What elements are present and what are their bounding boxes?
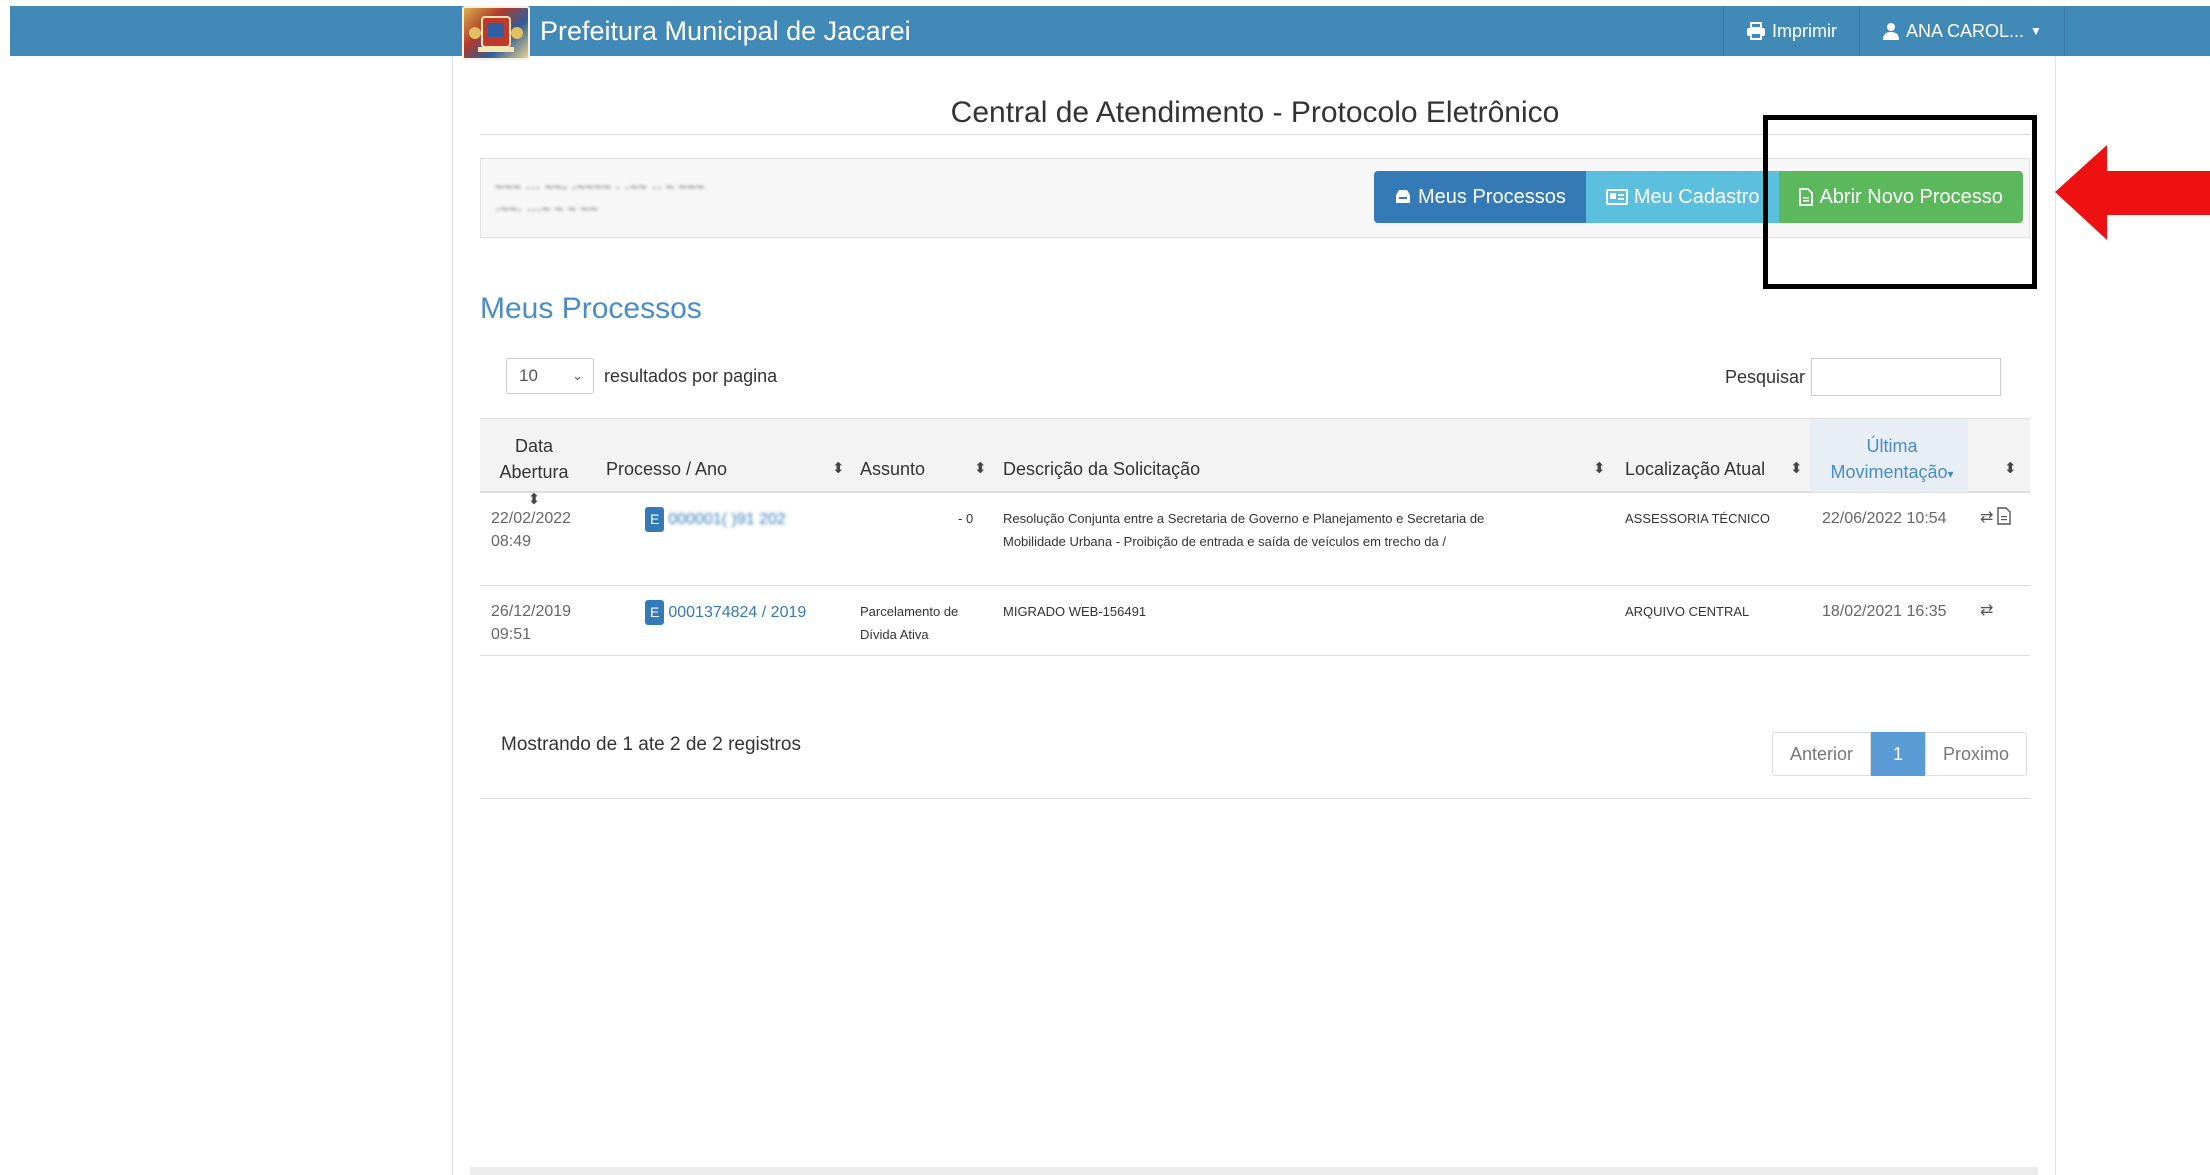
header-processo[interactable]: Processo / Ano [606, 459, 727, 480]
pagination-page[interactable]: 1 [1871, 732, 1926, 776]
meu-cadastro-label: Meu Cadastro [1633, 185, 1760, 208]
ultima-movimentacao-cell: 22/06/2022 10:54 [1822, 510, 1947, 527]
search-input[interactable] [1811, 358, 2002, 396]
sort-icon[interactable]: ⬍ [974, 459, 987, 477]
meu-cadastro-button[interactable]: Meu Cadastro [1585, 171, 1780, 223]
header-text: Última [1866, 436, 1918, 456]
search-label: Pesquisar [1725, 366, 1806, 387]
processo-cell: E 0001374824 / 2019 [645, 600, 806, 625]
time-text: 08:49 [491, 533, 532, 550]
eletronico-badge: E [645, 507, 665, 532]
descricao-line: Mobilidade Urbana - Proibição de entrada… [1003, 534, 1446, 549]
inbox-icon [1396, 190, 1410, 203]
meus-processos-button[interactable]: Meus Processos [1374, 171, 1586, 223]
ultima-movimentacao-cell: 18/02/2021 16:35 [1822, 603, 1947, 620]
pdf-file-icon[interactable] [1997, 507, 2012, 525]
date-text: 26/12/2019 [491, 603, 572, 620]
header-text: Descrição da Solicitação [1003, 459, 1201, 479]
header-ultima-movimentacao[interactable]: Última Movimentação▾ [1822, 433, 1962, 487]
header-text: Abertura [499, 462, 569, 482]
page-length-value: 10 [519, 366, 538, 385]
printer-icon [1747, 22, 1765, 40]
user-icon [1883, 23, 1899, 40]
site-title: Prefeitura Municipal de Jacarei [540, 15, 911, 46]
transfer-icon[interactable]: ⇄ [1980, 507, 1993, 527]
descricao-cell: Resolução Conjunta entre a Secretaria de… [1003, 507, 1484, 553]
assunto-cell: Parcelamento de Dívida Ativa [860, 600, 958, 646]
date-text: 22/02/2022 [491, 510, 572, 527]
table-row[interactable]: 26/12/2019 09:51 E 0001374824 / 2019 Parc… [480, 586, 2030, 656]
date-cell: 22/02/2022 08:49 [491, 507, 571, 553]
date-cell: 26/12/2019 09:51 [491, 600, 571, 646]
sort-icon[interactable]: ⬍ [1593, 459, 1606, 477]
sort-icon[interactable]: ⬍ [1790, 459, 1803, 477]
user-menu-dropdown[interactable]: ANA CAROL... ▼ [1859, 6, 2065, 56]
localizacao-cell: ASSESSORIA TÉCNICO [1625, 511, 1770, 526]
coat-of-arms-icon [469, 16, 523, 52]
row-actions: ⇄ [1980, 600, 1993, 620]
search-control: Pesquisar [1725, 358, 2002, 396]
sort-icon[interactable]: ⬍ [832, 459, 845, 477]
print-label: Imprimir [1772, 20, 1837, 41]
header-text: Data [514, 436, 554, 456]
assunto-line: Dívida Ativa [860, 627, 929, 642]
meus-processos-label: Meus Processos [1418, 185, 1566, 208]
pagination-next[interactable]: Proximo [1925, 732, 2028, 776]
annotation-red-arrow-icon [2055, 145, 2210, 240]
header-localizacao[interactable]: Localização Atual [1625, 459, 1765, 480]
sort-icon[interactable]: ⬍ [2004, 459, 2017, 477]
transfer-icon[interactable]: ⇄ [1980, 600, 1993, 620]
user-name: ANA CAROL... [1906, 20, 2025, 41]
table-header: Data Abertura ⬍ Processo / Ano ⬍ Assunto… [480, 418, 2030, 508]
print-button[interactable]: Imprimir [1723, 6, 1859, 56]
pagination: Anterior 1 Proximo [1772, 732, 2028, 776]
localizacao-cell: ARQUIVO CENTRAL [1625, 604, 1750, 619]
header-text: Processo / Ano [606, 459, 728, 479]
assunto-cell: - 0 [958, 511, 974, 526]
processo-link[interactable]: 0001374824 / 2019 [668, 604, 806, 621]
page-length-label: resultados por pagina [604, 365, 778, 386]
page-length-select[interactable]: 10 ⌄ [506, 358, 594, 394]
time-text: 09:51 [491, 626, 532, 643]
eletronico-badge: E [645, 600, 665, 625]
pagination-previous[interactable]: Anterior [1772, 732, 1872, 776]
annotation-highlight-box [1763, 115, 2037, 289]
city-coat-of-arms-logo [462, 6, 530, 60]
table-footer: Mostrando de 1 ate 2 de 2 registros Ante… [480, 712, 2030, 799]
bottom-strip [470, 1167, 2038, 1175]
assunto-line: Parcelamento de [860, 604, 959, 619]
descricao-line: Resolução Conjunta entre a Secretaria de… [1003, 511, 1485, 526]
descricao-cell: MIGRADO WEB-156491 [1003, 604, 1147, 619]
header-text: Movimentação [1830, 462, 1948, 482]
header-descricao[interactable]: Descrição da Solicitação [1003, 459, 1200, 480]
redacted-user-info: ~~~ ··· ~~- ·~~~~ · ·~~ ·· ~ ~~~ ·~~· ··… [495, 179, 705, 218]
row-actions: ⇄ [1980, 507, 2012, 527]
brand[interactable]: Prefeitura Municipal de Jacarei [462, 6, 911, 60]
top-navbar: Prefeitura Municipal de Jacarei Imprimir… [10, 6, 2210, 60]
id-card-icon [1605, 189, 1628, 205]
header-text: Localização Atual [1625, 459, 1766, 479]
page-length-control: 10 ⌄ resultados por pagina [506, 358, 777, 394]
header-text: Assunto [860, 459, 926, 479]
section-title: Meus Processos [480, 292, 702, 325]
processes-table: Data Abertura ⬍ Processo / Ano ⬍ Assunto… [480, 418, 2030, 656]
processo-link[interactable]: 000001( )91 202 [668, 511, 785, 528]
table-row[interactable]: 22/02/2022 08:49 E 000001( )91 202 - 0 Re… [480, 493, 2030, 586]
chevron-down-icon: ⌄ [572, 368, 583, 383]
header-assunto[interactable]: Assunto [860, 459, 925, 480]
sort-desc-icon: ▾ [1947, 467, 1954, 481]
processo-cell: E 000001( )91 202 [645, 507, 786, 532]
records-info: Mostrando de 1 ate 2 de 2 registros [501, 734, 801, 755]
caret-down-icon: ▼ [2030, 24, 2042, 38]
